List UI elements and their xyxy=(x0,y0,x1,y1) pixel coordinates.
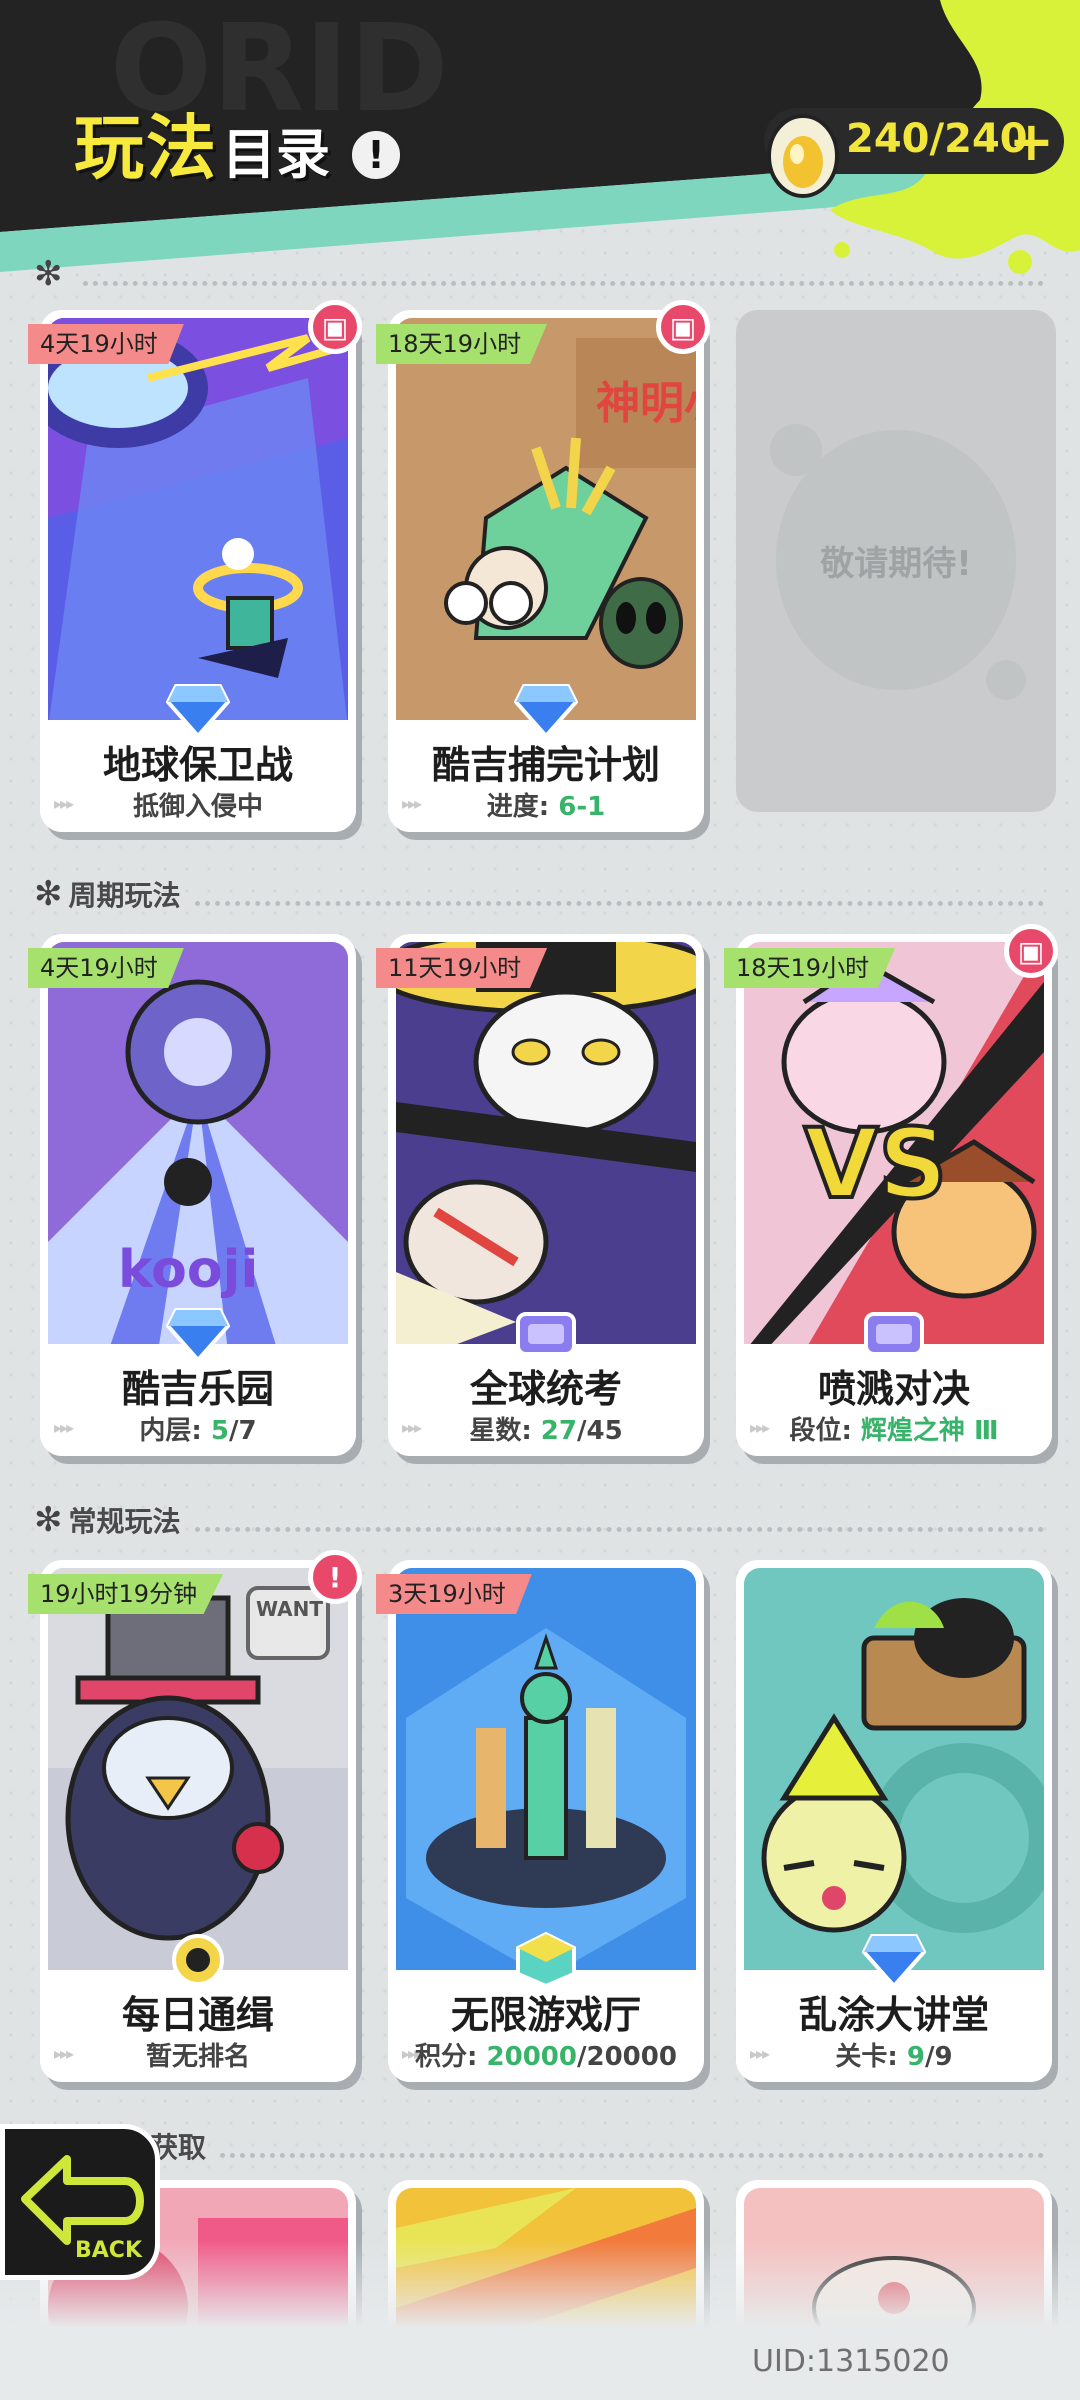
card-name: 酷吉捕完计划 xyxy=(431,743,660,787)
card-art: VS xyxy=(744,942,1044,1352)
card-earth-defense[interactable]: 4天19小时 ▣ ▸▸▸ 地球保卫战 抵御入侵中 xyxy=(28,300,362,832)
card-splash-duel[interactable]: VS 18天19小时 ▣ ▸▸▸ 喷溅对决 段位: 辉煌之神 Ⅲ xyxy=(724,924,1058,1456)
card-timer: 11天19小时 xyxy=(376,948,548,988)
art-wanted-text: WANT xyxy=(256,1597,323,1621)
card-name: 酷吉乐园 xyxy=(121,1367,274,1411)
card-timer: 4天19小时 xyxy=(28,948,184,988)
art-kooji-text: kooji xyxy=(118,1240,258,1300)
section-limited: ✻ xyxy=(34,254,1044,294)
section-regular-title: 常规玩法 xyxy=(68,1505,181,1538)
gift-icon[interactable]: ▣ xyxy=(656,300,710,354)
energy-value: 240/240 xyxy=(846,116,1028,162)
card-art: 神明小队 xyxy=(396,318,696,728)
title-part2: 目录 xyxy=(222,123,330,186)
diamond-icon xyxy=(862,1934,926,1988)
diamond-icon xyxy=(166,1308,230,1362)
badge-icon xyxy=(172,1934,224,1986)
section-periodic: ✻ 周期玩法 xyxy=(34,874,1044,914)
back-button[interactable]: BACK xyxy=(0,2124,160,2280)
info-icon[interactable]: ! xyxy=(348,127,404,183)
flower-icon: ✻ xyxy=(34,1500,63,1540)
card-sub: 暂无排名 xyxy=(145,2042,250,2072)
back-label: BACK xyxy=(75,2238,143,2263)
header: ORID 玩法 目录 ! 240/240 + xyxy=(0,0,1080,290)
card-art xyxy=(396,942,696,1352)
ticket-icon xyxy=(516,1312,576,1356)
card-name: 地球保卫战 xyxy=(102,743,293,787)
card-name: 乱涂大讲堂 xyxy=(798,1993,989,2037)
card-art xyxy=(48,318,348,728)
art-vs-text: VS xyxy=(804,1108,947,1220)
energy-counter[interactable]: 240/240 + xyxy=(764,108,1064,198)
card-art xyxy=(396,1568,696,1978)
ticket-icon xyxy=(864,1312,924,1356)
card-sub: 关卡: 9/9 xyxy=(835,2042,953,2072)
gift-icon[interactable]: ▣ xyxy=(308,300,362,354)
section-bottom: 获取 xyxy=(150,2126,1044,2166)
card-name: 每日通缉 xyxy=(121,1993,274,2037)
card-sub: 段位: 辉煌之神 Ⅲ xyxy=(789,1416,999,1446)
card-timer: 18天19小时 xyxy=(376,324,548,364)
card-timer: 3天19小时 xyxy=(376,1574,532,1614)
card-art: WANT xyxy=(48,1568,348,1978)
flower-icon: ✻ xyxy=(34,254,63,294)
egg-icon xyxy=(767,114,839,198)
card-sub: 积分: 20000/20000 xyxy=(415,2042,677,2072)
section-periodic-title: 周期玩法 xyxy=(68,879,181,912)
title-part1: 玩法 xyxy=(74,107,218,189)
card-timer: 4天19小时 xyxy=(28,324,184,364)
card-kooji-capture[interactable]: 神明小队 18天19小时 ▣ ▸▸▸ 酷吉捕完计划 进度: 6-1 xyxy=(376,300,710,832)
card-sub: 进度: 6-1 xyxy=(486,792,606,822)
card-infinite-arcade[interactable]: 3天19小时 ▸▸▸ 无限游戏厅 积分: 20000/20000 xyxy=(376,1560,704,2082)
coming-soon-text: 敬请期待! xyxy=(820,544,972,584)
diamond-icon xyxy=(514,684,578,738)
card-kooji-park[interactable]: kooji 4天19小时 ▸▸▸ 酷吉乐园 内层: 5/7 xyxy=(28,934,356,1456)
gift-icon[interactable]: ▣ xyxy=(1004,924,1058,978)
card-daily-wanted[interactable]: WANT 19小时19分钟 ! ▸▸▸ 每日通缉 暂无排名 xyxy=(28,1550,362,2082)
coming-soon-card: 敬请期待! xyxy=(736,310,1056,812)
card-name: 全球统考 xyxy=(469,1367,622,1411)
card-sub: 内层: 5/7 xyxy=(139,1416,257,1446)
art-shenmi-text: 神明小队 xyxy=(596,378,696,429)
card-sub: 抵御入侵中 xyxy=(132,792,263,822)
card-sub: 星数: 27/45 xyxy=(469,1416,623,1446)
card-timer: 19小时19分钟 xyxy=(28,1574,224,1614)
card-timer: 18天19小时 xyxy=(724,948,896,988)
card-name: 无限游戏厅 xyxy=(450,1993,641,2037)
diamond-icon xyxy=(166,684,230,738)
alert-icon[interactable]: ! xyxy=(308,1550,362,1604)
card-global-exam[interactable]: 11天19小时 ▸▸▸ 全球统考 星数: 27/45 xyxy=(376,934,704,1456)
page-title: 玩法 目录 ! xyxy=(74,92,404,193)
back-arrow-icon: BACK xyxy=(21,2155,144,2263)
card-doodle-lecture[interactable]: ▸▸▸ 乱涂大讲堂 关卡: 9/9 xyxy=(736,1560,1052,2082)
flower-icon: ✻ xyxy=(34,874,63,914)
card-name: 喷溅对决 xyxy=(817,1367,970,1411)
card-art xyxy=(744,1568,1044,1978)
card-art: kooji xyxy=(48,942,348,1352)
uid-label: UID:1315020 xyxy=(752,2344,950,2379)
cube-icon xyxy=(516,1932,576,1988)
section-regular: ✻ 常规玩法 xyxy=(34,1500,1044,1540)
energy-plus-button[interactable]: + xyxy=(1009,110,1054,173)
